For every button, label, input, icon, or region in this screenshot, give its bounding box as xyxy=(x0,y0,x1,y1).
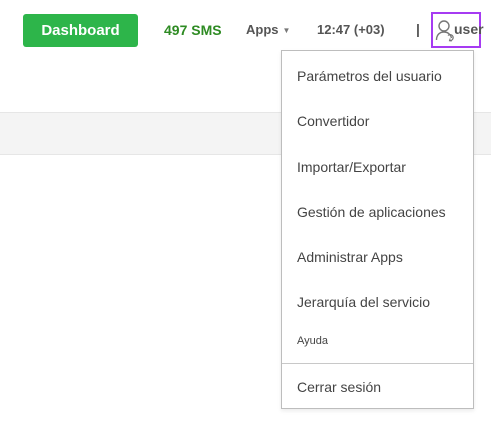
menu-item-import-export[interactable]: Importar/Exportar xyxy=(282,147,473,187)
menu-item-service-hierarchy[interactable]: Jerarquía del servicio xyxy=(282,282,473,322)
menu-divider xyxy=(282,363,473,364)
menu-item-converter[interactable]: Convertidor xyxy=(282,101,473,141)
menu-item-help[interactable]: Ayuda xyxy=(282,321,473,361)
user-dropdown-menu: Parámetros del usuario Convertidor Impor… xyxy=(281,50,474,409)
header-separator: | xyxy=(416,21,420,37)
user-menu-toggle[interactable]: user xyxy=(431,12,484,48)
menu-item-logout[interactable]: Cerrar sesión xyxy=(282,367,473,407)
menu-item-manage-apps[interactable]: Administrar Apps xyxy=(282,237,473,277)
apps-label: Apps xyxy=(246,22,279,37)
apps-menu-toggle[interactable]: Apps ▼ xyxy=(246,22,290,37)
caret-down-icon: ▼ xyxy=(282,26,291,36)
dashboard-button[interactable]: Dashboard xyxy=(23,14,138,47)
menu-item-app-management[interactable]: Gestión de aplicaciones xyxy=(282,192,473,232)
menu-item-user-parameters[interactable]: Parámetros del usuario xyxy=(282,56,473,96)
top-bar: Dashboard 497 SMS Apps ▼ 12:47 (+03) | us… xyxy=(0,0,491,56)
clock-display: 12:47 (+03) xyxy=(317,22,385,37)
sms-balance: 497 SMS xyxy=(164,22,222,38)
user-icon xyxy=(435,20,454,42)
app-root: Dashboard 497 SMS Apps ▼ 12:47 (+03) | us… xyxy=(0,0,491,437)
user-label: user xyxy=(454,21,484,37)
